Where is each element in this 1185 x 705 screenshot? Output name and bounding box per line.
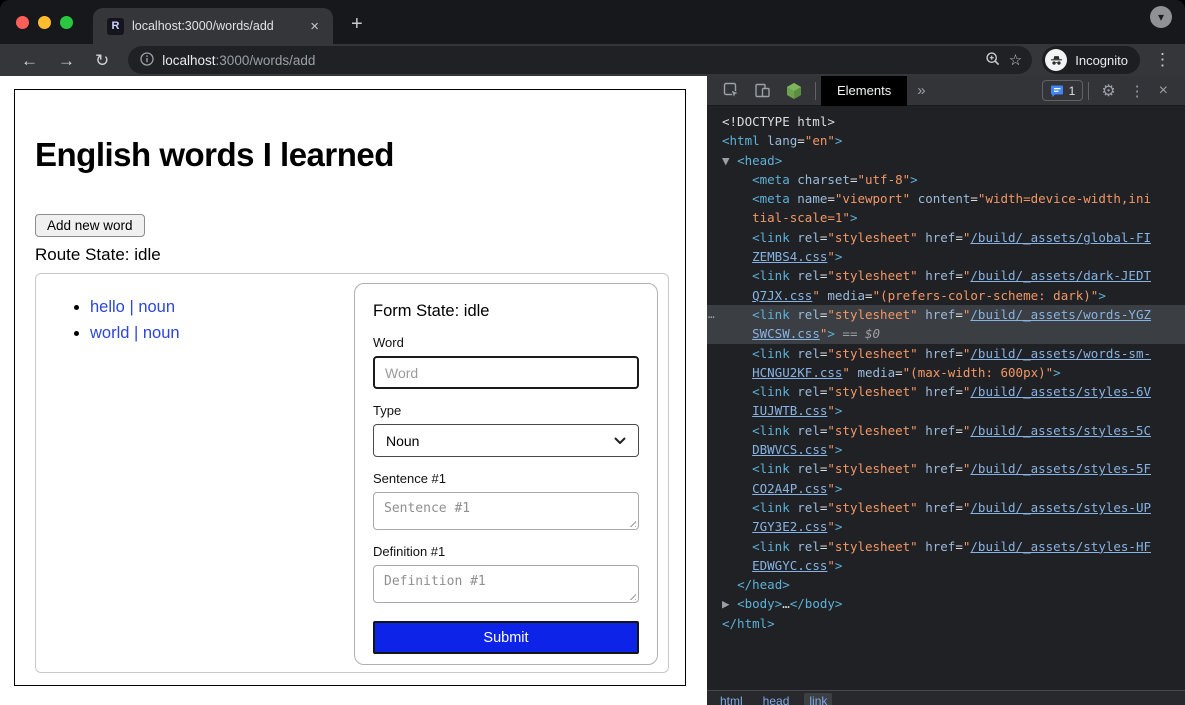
tab-strip: R localhost:3000/words/add × + ▾ bbox=[0, 0, 1185, 44]
code-line[interactable]: <link rel="stylesheet" href="/build/_ass… bbox=[707, 459, 1185, 478]
settings-gear-icon[interactable]: ⚙ bbox=[1094, 81, 1122, 101]
devtools-close-icon[interactable]: × bbox=[1152, 82, 1175, 100]
back-button[interactable]: ← bbox=[14, 52, 45, 69]
address-bar[interactable]: localhost:3000/words/add ☆ bbox=[128, 46, 1032, 74]
definition-textarea[interactable] bbox=[373, 565, 639, 603]
code-line[interactable]: ▼ <head> bbox=[707, 151, 1185, 170]
page-info-icon[interactable] bbox=[140, 52, 154, 69]
code-line[interactable]: … <link rel="stylesheet" href="/build/_a… bbox=[707, 305, 1185, 324]
code-line[interactable]: </html> bbox=[707, 614, 1185, 633]
incognito-label: Incognito bbox=[1075, 53, 1128, 68]
code-line[interactable]: <link rel="stylesheet" href="/build/_ass… bbox=[707, 382, 1185, 401]
code-line[interactable]: DBWVCS.css"> bbox=[707, 440, 1185, 459]
forward-button[interactable]: → bbox=[51, 52, 82, 69]
maximize-window-button[interactable] bbox=[60, 16, 73, 29]
issues-count: 1 bbox=[1069, 84, 1076, 98]
code-line[interactable]: HCNGU2KF.css" media="(max-width: 600px)"… bbox=[707, 363, 1185, 382]
code-line[interactable]: Q7JX.css" media="(prefers-color-scheme: … bbox=[707, 286, 1185, 305]
sentence-textarea[interactable] bbox=[373, 492, 639, 530]
code-line[interactable]: SWCSW.css"> == $0 bbox=[707, 324, 1185, 343]
incognito-icon bbox=[1045, 49, 1067, 71]
definition-label: Definition #1 bbox=[373, 544, 639, 559]
code-line[interactable]: tial-scale=1"> bbox=[707, 208, 1185, 227]
breadcrumb-item[interactable]: html bbox=[715, 693, 748, 705]
type-select-value: Noun bbox=[386, 433, 419, 449]
tab-elements[interactable]: Elements bbox=[821, 76, 907, 106]
code-line[interactable]: <link rel="stylesheet" href="/build/_ass… bbox=[707, 498, 1185, 517]
inspect-element-icon[interactable] bbox=[716, 82, 747, 99]
node-extension-icon[interactable] bbox=[778, 82, 810, 100]
window-controls bbox=[16, 16, 73, 29]
add-word-form: Form State: idle Word Type Noun Sentence… bbox=[354, 283, 658, 665]
browser-tab[interactable]: R localhost:3000/words/add × bbox=[93, 8, 333, 44]
type-select[interactable]: Noun bbox=[373, 424, 639, 457]
code-line[interactable]: <link rel="stylesheet" href="/build/_ass… bbox=[707, 266, 1185, 285]
code-line[interactable]: <html lang="en"> bbox=[707, 131, 1185, 150]
type-label: Type bbox=[373, 403, 639, 418]
zoom-icon[interactable] bbox=[985, 51, 1001, 70]
web-page: English words I learned Add new word Rou… bbox=[0, 76, 707, 705]
word-label: Word bbox=[373, 335, 639, 350]
toolbar-divider bbox=[815, 82, 816, 100]
code-line[interactable]: <meta charset="utf-8"> bbox=[707, 170, 1185, 189]
more-tabs-icon[interactable]: » bbox=[907, 82, 935, 99]
code-line[interactable]: ▶ <body>…</body> bbox=[707, 594, 1185, 613]
devtools-breadcrumbs: html head link bbox=[707, 690, 1185, 705]
words-section: hello | noun world | noun Form State: idl… bbox=[35, 273, 669, 673]
code-line[interactable]: <link rel="stylesheet" href="/build/_ass… bbox=[707, 344, 1185, 363]
browser-window: R localhost:3000/words/add × + ▾ ← → ↻ l… bbox=[0, 0, 1185, 705]
word-link[interactable]: hello | noun bbox=[90, 298, 175, 316]
code-line[interactable]: </head> bbox=[707, 575, 1185, 594]
form-state-text: Form State: idle bbox=[373, 302, 639, 321]
close-window-button[interactable] bbox=[16, 16, 29, 29]
device-toolbar-icon[interactable] bbox=[747, 82, 778, 99]
tab-title: localhost:3000/words/add bbox=[132, 19, 298, 33]
add-new-word-button[interactable]: Add new word bbox=[35, 214, 145, 237]
code-line[interactable]: <!DOCTYPE html> bbox=[707, 112, 1185, 131]
code-line[interactable]: CO2A4P.css"> bbox=[707, 479, 1185, 498]
breadcrumb-item[interactable]: head bbox=[758, 693, 795, 705]
code-line[interactable]: 7GY3E2.css"> bbox=[707, 517, 1185, 536]
browser-menu-icon[interactable]: ⋮ bbox=[1146, 50, 1175, 70]
incognito-badge: Incognito bbox=[1042, 46, 1140, 74]
code-line[interactable]: <link rel="stylesheet" href="/build/_ass… bbox=[707, 421, 1185, 440]
remix-favicon-icon: R bbox=[107, 18, 124, 35]
word-link[interactable]: world | noun bbox=[90, 324, 180, 342]
breadcrumb-item[interactable]: link bbox=[804, 693, 832, 705]
page-title: English words I learned bbox=[35, 136, 685, 174]
devtools-menu-icon[interactable]: ⋮ bbox=[1123, 82, 1152, 100]
reload-button[interactable]: ↻ bbox=[88, 52, 116, 69]
bookmark-star-icon[interactable]: ☆ bbox=[1009, 53, 1022, 68]
devtools-panel: Elements » 1 ⚙ ⋮ × <!DOCTYPE html><html … bbox=[707, 76, 1185, 705]
profile-menu-button[interactable]: ▾ bbox=[1150, 6, 1172, 28]
issues-bubble-icon bbox=[1050, 84, 1064, 98]
code-line[interactable]: ZEMBS4.css"> bbox=[707, 247, 1185, 266]
chevron-down-icon bbox=[614, 437, 626, 445]
devtools-code: <!DOCTYPE html><html lang="en">▼ <head> … bbox=[707, 106, 1185, 690]
browser-toolbar: ← → ↻ localhost:3000/words/add ☆ Incogni… bbox=[0, 44, 1185, 76]
page-container: English words I learned Add new word Rou… bbox=[14, 89, 686, 686]
code-line[interactable]: IUJWTB.css"> bbox=[707, 401, 1185, 420]
devtools-toolbar: Elements » 1 ⚙ ⋮ × bbox=[707, 76, 1185, 106]
issues-counter[interactable]: 1 bbox=[1042, 80, 1084, 101]
code-line[interactable]: <link rel="stylesheet" href="/build/_ass… bbox=[707, 537, 1185, 556]
code-line[interactable]: <link rel="stylesheet" href="/build/_ass… bbox=[707, 228, 1185, 247]
sentence-label: Sentence #1 bbox=[373, 471, 639, 486]
url-text: localhost:3000/words/add bbox=[162, 53, 977, 68]
route-state-text: Route State: idle bbox=[35, 245, 685, 265]
new-tab-button[interactable]: + bbox=[345, 12, 369, 36]
code-line[interactable]: <meta name="viewport" content="width=dev… bbox=[707, 189, 1185, 208]
minimize-window-button[interactable] bbox=[38, 16, 51, 29]
submit-button[interactable]: Submit bbox=[373, 621, 639, 654]
tab-close-icon[interactable]: × bbox=[306, 17, 323, 36]
code-line[interactable]: EDWGYC.css"> bbox=[707, 556, 1185, 575]
word-input[interactable] bbox=[373, 356, 639, 389]
toolbar-divider bbox=[1088, 82, 1089, 100]
